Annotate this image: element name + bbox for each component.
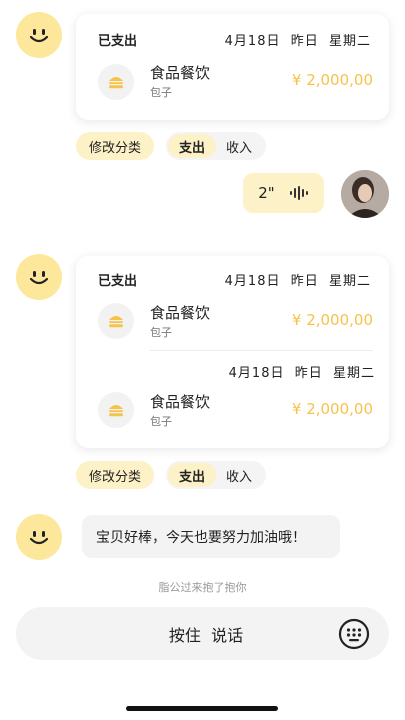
amount: ¥ 2,000,00 <box>291 71 373 89</box>
amount: ¥ 2,000,00 <box>291 311 373 329</box>
category-name: 食品餐饮 <box>150 64 211 82</box>
bot-avatar[interactable] <box>16 514 62 560</box>
voice-message[interactable]: 2" <box>243 173 324 213</box>
home-indicator <box>126 706 278 711</box>
smiley-icon <box>29 271 49 285</box>
category-icon-bg <box>98 303 134 339</box>
voice-wave-icon <box>289 186 308 200</box>
bill-status: 已支出 <box>98 34 138 49</box>
bill-card[interactable]: 已支出 4月18日 昨日 星期二 食品餐饮 包子 ¥ 2,000,00 4月18… <box>76 256 389 448</box>
income-option[interactable]: 收入 <box>218 132 260 160</box>
category-name: 食品餐饮 <box>150 393 211 411</box>
burger-icon <box>109 405 123 417</box>
hold-to-talk-button[interactable]: 按住 说话 <box>16 607 336 660</box>
keyboard-button[interactable] <box>338 618 370 650</box>
expense-option[interactable]: 支出 <box>168 463 216 487</box>
smiley-icon <box>29 531 49 545</box>
category-subtitle: 包子 <box>150 415 172 428</box>
burger-icon <box>109 316 123 328</box>
burger-icon <box>109 77 123 89</box>
system-hint: 脂公过来抱了抱你 <box>158 581 247 594</box>
bill-card[interactable]: 已支出 4月18日 昨日 星期二 食品餐饮 包子 ¥ 2,000,00 <box>76 14 389 120</box>
bill-date: 4月18日 昨日 星期二 <box>228 366 375 381</box>
bill-date: 4月18日 昨日 星期二 <box>224 274 371 289</box>
bill-date: 4月18日 昨日 星期二 <box>224 34 371 49</box>
modify-category-button[interactable]: 修改分类 <box>76 132 154 160</box>
category-icon-bg <box>98 64 134 100</box>
encourage-message[interactable]: 宝贝好棒，今天也要努力加油哦！ <box>82 515 340 558</box>
bot-avatar[interactable] <box>16 12 62 58</box>
category-name: 食品餐饮 <box>150 304 211 322</box>
income-option[interactable]: 收入 <box>218 461 260 489</box>
user-avatar[interactable] <box>341 170 389 218</box>
smiley-icon <box>29 29 49 43</box>
voice-duration: 2" <box>258 184 275 202</box>
category-icon-bg <box>98 392 134 428</box>
category-subtitle: 包子 <box>150 326 172 339</box>
user-photo-icon <box>341 170 389 218</box>
modify-category-button[interactable]: 修改分类 <box>76 461 154 489</box>
bot-avatar[interactable] <box>16 254 62 300</box>
category-subtitle: 包子 <box>150 86 172 99</box>
keyboard-icon <box>338 618 370 650</box>
expense-option[interactable]: 支出 <box>168 134 216 158</box>
entry-divider <box>150 350 373 351</box>
amount: ¥ 2,000,00 <box>291 400 373 418</box>
bill-status: 已支出 <box>98 274 138 289</box>
